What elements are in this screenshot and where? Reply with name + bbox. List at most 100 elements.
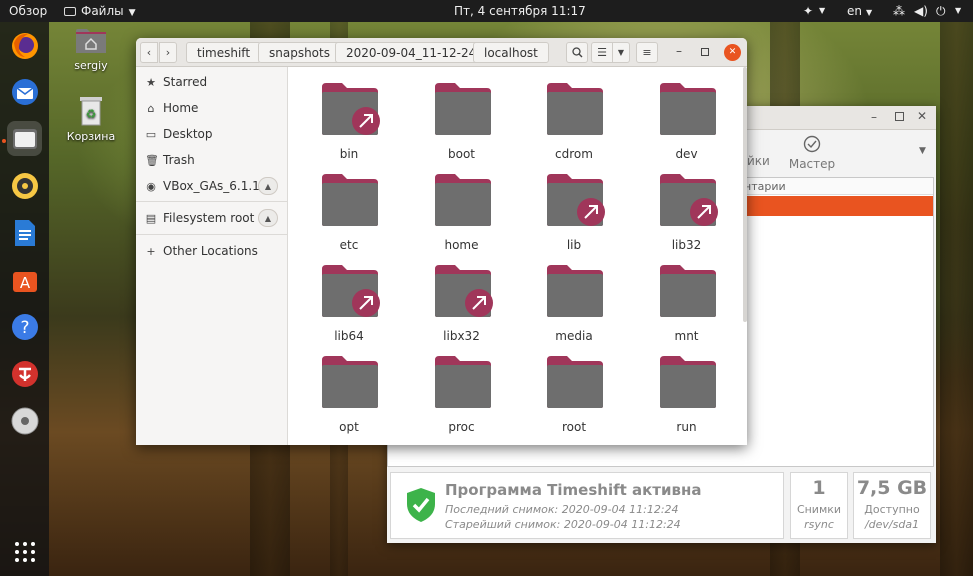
accessibility-icon[interactable]: ✦ — [803, 0, 813, 22]
file-manager-window: ‹ › timeshift snapshots 2020-09-04_11-12… — [136, 38, 747, 445]
breadcrumb-snapshots[interactable]: snapshots — [258, 42, 341, 63]
eject-icon[interactable]: ▲ — [258, 177, 278, 195]
search-button[interactable] — [566, 42, 588, 63]
folder-item[interactable]: cdrom — [519, 81, 629, 167]
folder-item[interactable]: lib64 — [294, 263, 404, 349]
eject-icon[interactable]: ▲ — [258, 209, 278, 227]
sidebar-item-trash[interactable]: 🗑 Trash — [136, 147, 288, 173]
snapshot-count: 1 — [812, 477, 826, 499]
comments-column-header[interactable]: нтарии — [744, 180, 786, 193]
close-icon[interactable]: ✕ — [724, 44, 741, 61]
folder-name: lib — [566, 238, 582, 252]
scrollbar[interactable] — [743, 67, 747, 322]
folder-item[interactable]: lib — [519, 172, 629, 258]
folder-name: boot — [447, 147, 475, 161]
sidebar: ★ Starred ⌂ Home ▭ Desktop 🗑 Trash ◉ VBox_GAs… — [136, 67, 288, 445]
folder-item[interactable]: lib32 — [632, 172, 742, 258]
sidebar-item-label: Trash — [163, 153, 195, 167]
breadcrumb-localhost[interactable]: localhost — [473, 42, 549, 63]
libreoffice-writer-icon[interactable] — [7, 215, 42, 250]
folder-item[interactable]: media — [519, 263, 629, 349]
timeshift-icon[interactable] — [7, 356, 42, 391]
folder-item[interactable]: etc — [294, 172, 404, 258]
wizard-button[interactable]: Мастер — [787, 135, 837, 171]
firefox-icon[interactable] — [7, 28, 42, 63]
folder-view[interactable]: bin boot cdrom dev etc home lib lib32 lib64 libx3… — [288, 67, 747, 445]
sidebar-item-label: Home — [163, 101, 199, 115]
folder-item[interactable]: run — [632, 354, 742, 440]
folder-name: bin — [339, 147, 359, 161]
sidebar-item-home[interactable]: ⌂ Home — [136, 95, 288, 121]
shield-check-icon — [407, 488, 435, 522]
maximize-icon[interactable] — [701, 48, 709, 56]
file-manager-headerbar: ‹ › timeshift snapshots 2020-09-04_11-12… — [136, 38, 747, 67]
accessibility-chevron-icon[interactable]: ▼ — [819, 0, 825, 22]
folder-name: root — [561, 420, 587, 434]
dock: A ? — [0, 22, 49, 576]
back-button[interactable]: ‹ — [140, 42, 158, 63]
desktop-icon-label: Корзина — [66, 130, 116, 143]
activities-button[interactable]: Обзор — [9, 0, 47, 22]
disc-icon: ◉ — [146, 179, 156, 193]
menu-chevron-icon[interactable]: ▼ — [919, 146, 926, 156]
thunderbird-icon[interactable] — [7, 74, 42, 109]
folder-item[interactable]: mnt — [632, 263, 742, 349]
language-indicator[interactable]: en ▼ — [847, 0, 872, 22]
menu-button[interactable]: ≡ — [636, 42, 658, 63]
desktop-icon-trash[interactable]: ♻ Корзина — [61, 95, 121, 143]
folder-item[interactable]: home — [407, 172, 517, 258]
app-menu[interactable]: Файлы ▼ — [64, 0, 136, 22]
disc-icon[interactable] — [7, 403, 42, 438]
maximize-icon[interactable] — [895, 112, 904, 121]
files-app-icon — [64, 7, 76, 16]
check-circle-icon — [803, 135, 821, 153]
clock[interactable]: Пт, 4 сентября 11:17 — [454, 0, 586, 22]
top-bar: Обзор Файлы ▼ Пт, 4 сентября 11:17 ✦ ▼ en… — [0, 0, 973, 22]
help-icon[interactable]: ? — [7, 309, 42, 344]
breadcrumb-timeshift[interactable]: timeshift — [186, 42, 262, 63]
chevron-down-icon: ▼ — [128, 8, 136, 18]
minimize-icon[interactable]: – — [871, 110, 877, 124]
sidebar-item-label: Filesystem root — [163, 211, 255, 225]
view-options-button[interactable]: ▼ — [612, 42, 630, 63]
forward-button[interactable]: › — [159, 42, 177, 63]
close-icon[interactable]: ✕ — [917, 109, 927, 123]
software-center-icon[interactable]: A — [7, 262, 42, 297]
home-icon: ⌂ — [147, 101, 155, 115]
files-icon[interactable] — [7, 121, 42, 156]
folder-item[interactable]: dev — [632, 81, 742, 167]
status-area: Программа Timeshift активна Последний сн… — [387, 467, 936, 543]
sidebar-item-filesystem[interactable]: ▤ Filesystem root ▲ — [136, 205, 288, 231]
folder-icon — [434, 83, 491, 135]
network-icon[interactable]: ⁂ — [893, 0, 905, 22]
folder-item[interactable]: boot — [407, 81, 517, 167]
folder-item[interactable]: bin — [294, 81, 404, 167]
show-applications-icon[interactable] — [7, 534, 42, 569]
sidebar-item-vbox[interactable]: ◉ VBox_GAs_6.1.10 ▲ — [136, 173, 288, 199]
volume-icon[interactable]: ◀) — [914, 0, 928, 22]
folder-item[interactable]: libx32 — [407, 263, 517, 349]
folder-name: run — [676, 420, 697, 434]
view-toggle-button[interactable]: ☰ — [591, 42, 613, 63]
system-menu-chevron-icon[interactable]: ▼ — [955, 0, 961, 22]
rhythmbox-icon[interactable] — [7, 168, 42, 203]
folder-item[interactable]: root — [519, 354, 629, 440]
sidebar-item-desktop[interactable]: ▭ Desktop — [136, 121, 288, 147]
minimize-icon[interactable]: – — [676, 44, 682, 58]
oldest-snapshot-text: Старейший снимок: 2020-09-04 11:12:24 — [445, 518, 681, 531]
folder-name: lib32 — [671, 238, 702, 252]
sidebar-item-starred[interactable]: ★ Starred — [136, 69, 288, 95]
folder-item[interactable]: proc — [407, 354, 517, 440]
svg-text:♻: ♻ — [86, 107, 97, 121]
settings-button-label[interactable]: йки — [747, 154, 770, 168]
search-icon — [571, 47, 582, 58]
folder-name: mnt — [674, 329, 699, 343]
sidebar-item-other-locations[interactable]: + Other Locations — [136, 238, 288, 264]
breadcrumb-snapshot-date[interactable]: 2020-09-04_11-12-24 — [335, 42, 488, 63]
folder-icon: ▭ — [145, 127, 157, 141]
desktop-icon-home[interactable]: sergiy — [61, 26, 121, 72]
power-icon[interactable]: ⏻ — [936, 0, 946, 22]
folder-icon — [322, 265, 380, 317]
folder-name: media — [555, 329, 593, 343]
folder-item[interactable]: opt — [294, 354, 404, 440]
